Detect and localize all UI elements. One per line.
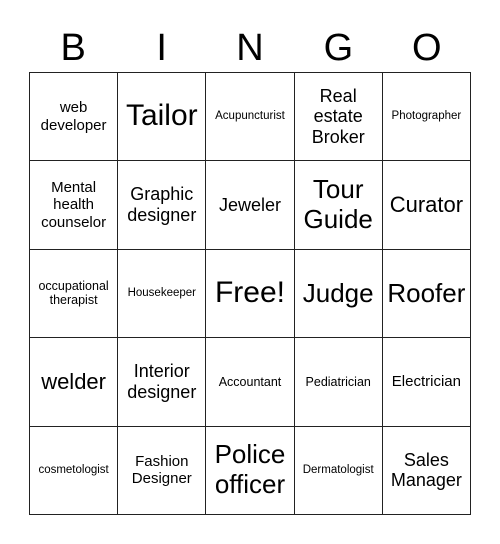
bingo-cell[interactable]: Photographer xyxy=(382,73,471,162)
bingo-cell[interactable]: web developer xyxy=(30,73,119,162)
bingo-cell[interactable]: Housekeeper xyxy=(118,249,207,339)
bingo-grid: web developer Tailor Acupuncturist Real … xyxy=(29,72,471,515)
bingo-cell[interactable]: Judge xyxy=(294,249,383,339)
bingo-cell[interactable]: Jeweler xyxy=(206,161,295,250)
bingo-cell[interactable]: Tailor xyxy=(118,73,207,162)
bingo-cell[interactable]: Mental health counselor xyxy=(30,161,119,250)
header-letter-i: I xyxy=(156,27,167,69)
bingo-cell[interactable]: Fashion Designer xyxy=(118,426,207,515)
header-letter-g: G xyxy=(323,27,354,69)
bingo-cell[interactable]: Accountant xyxy=(206,338,295,427)
bingo-cell[interactable]: Interior designer xyxy=(118,338,207,427)
bingo-cell[interactable]: Graphic designer xyxy=(118,161,207,250)
bingo-cell[interactable]: Tour Guide xyxy=(294,161,383,250)
bingo-cell[interactable]: Sales Manager xyxy=(382,426,471,515)
bingo-header: B I N G O xyxy=(29,24,471,72)
header-letter-o: O xyxy=(412,27,442,69)
bingo-cell[interactable]: Acupuncturist xyxy=(206,73,295,162)
bingo-cell[interactable]: occupational therapist xyxy=(30,249,119,339)
bingo-cell[interactable]: Curator xyxy=(382,161,471,250)
free-space[interactable]: Free! xyxy=(206,249,295,339)
header-letter-n: N xyxy=(236,27,264,69)
bingo-cell[interactable]: Dermatologist xyxy=(294,426,383,515)
bingo-cell[interactable]: Electrician xyxy=(382,338,471,427)
bingo-cell[interactable]: Real estate Broker xyxy=(294,73,383,162)
bingo-cell[interactable]: cosmetologist xyxy=(30,426,119,515)
bingo-cell[interactable]: welder xyxy=(30,338,119,427)
bingo-cell[interactable]: Police officer xyxy=(206,426,295,515)
bingo-cell[interactable]: Pediatrician xyxy=(294,338,383,427)
header-letter-b: B xyxy=(60,27,86,69)
bingo-cell[interactable]: Roofer xyxy=(382,249,471,339)
